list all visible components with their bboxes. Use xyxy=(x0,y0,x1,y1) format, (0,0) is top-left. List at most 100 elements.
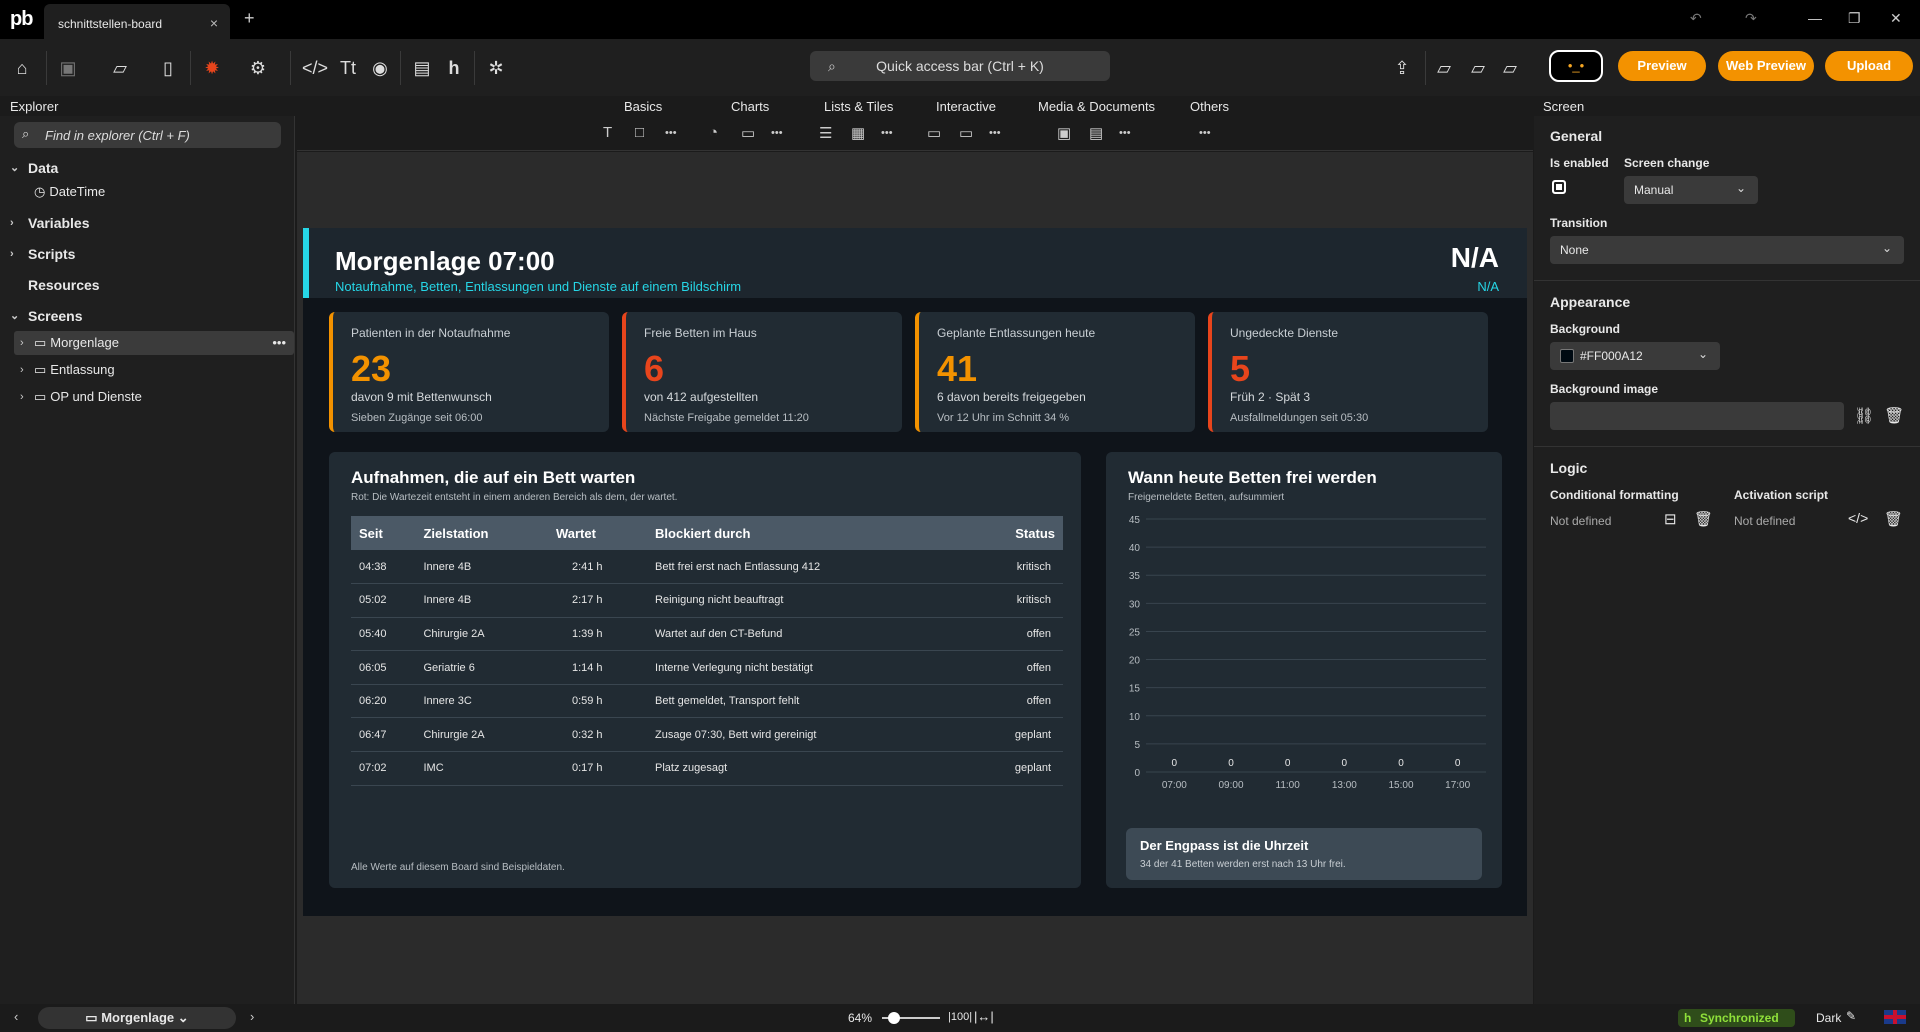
palette-icon[interactable]: ◉ xyxy=(368,56,392,80)
quick-access-bar[interactable]: ⌕ Quick access bar (Ctrl + K) xyxy=(810,51,1110,81)
font-icon[interactable]: Tt xyxy=(336,56,360,80)
language-flag-icon[interactable] xyxy=(1884,1010,1906,1024)
chevron-right-icon[interactable]: › xyxy=(250,1009,254,1024)
bed-release-chart-panel: Wann heute Betten frei werden Freigemeld… xyxy=(1106,452,1502,888)
list-icon[interactable]: ☰ xyxy=(819,124,832,142)
text-widget-icon[interactable]: T xyxy=(603,124,612,141)
fit-width-icon[interactable]: |↔| xyxy=(974,1009,994,1024)
table-row[interactable]: 07:02 IMC 0:17 h Platz zugesagt geplant xyxy=(351,751,1063,786)
tree-screens[interactable]: ⌄ Screens xyxy=(0,304,295,328)
tree-datetime[interactable]: ◷ DateTime xyxy=(0,180,295,204)
tree-variables[interactable]: › Variables xyxy=(0,211,295,235)
edit-format-icon[interactable]: ⊟ xyxy=(1664,510,1677,528)
table-cell: Chirurgie 2A xyxy=(415,617,548,652)
more-icon[interactable]: ••• xyxy=(272,331,286,355)
table-row[interactable]: 05:02 Innere 4B 2:17 h Reinigung nicht beau… xyxy=(351,583,1063,618)
transition-select[interactable]: None ⌄ xyxy=(1550,236,1904,264)
ai-icon[interactable]: ▤ xyxy=(410,56,434,80)
code-icon[interactable]: </> xyxy=(302,56,328,80)
more-media-icon[interactable]: ••• xyxy=(1119,127,1131,139)
explorer-search-input[interactable]: ⌕ Find in explorer (Ctrl + F) xyxy=(14,122,281,148)
dashboard-board[interactable]: Morgenlage 07:00 Notaufnahme, Betten, En… xyxy=(303,228,1527,916)
table-icon[interactable]: ▦ xyxy=(851,124,865,142)
folder-share-icon[interactable]: ▱ xyxy=(1466,56,1490,80)
table-row[interactable]: 06:20 Innere 3C 0:59 h Bett gemeldet, Trans… xyxy=(351,684,1063,719)
settings-icon[interactable]: ⚙ xyxy=(246,56,270,80)
document-tab[interactable]: schnittstellen-board × xyxy=(44,4,230,39)
more-charts-icon[interactable]: ••• xyxy=(771,127,783,139)
plugin-icon[interactable]: ✲ xyxy=(484,56,508,80)
tree-data[interactable]: ⌄ Data xyxy=(0,156,295,180)
gauge-icon[interactable]: ▭ xyxy=(741,124,755,142)
table-row[interactable]: 06:05 Geriatrie 6 1:14 h Interne Verlegung … xyxy=(351,650,1063,685)
zoom-slider[interactable] xyxy=(882,1012,940,1024)
trash-icon[interactable]: 🗑 xyxy=(1884,406,1904,426)
screen-selector[interactable]: ▭ Morgenlage ⌄ xyxy=(38,1007,236,1029)
new-file-icon[interactable]: ▯ xyxy=(156,56,180,80)
chevron-down-icon: ⌄ xyxy=(174,1010,189,1025)
data-label: 0 xyxy=(1398,758,1404,769)
tree-screen-op[interactable]: › ▭ OP und Dienste xyxy=(0,385,295,409)
background-image-input[interactable] xyxy=(1550,402,1844,430)
web-preview-button[interactable]: Web Preview xyxy=(1718,51,1814,81)
restore-icon[interactable]: ❐ xyxy=(1848,10,1861,27)
close-window-icon[interactable]: ✕ xyxy=(1890,10,1902,27)
tab-lists[interactable]: Lists & Tiles xyxy=(824,99,893,114)
more-interactive-icon[interactable]: ••• xyxy=(989,127,1001,139)
rectangle-widget-icon[interactable]: □ xyxy=(635,124,644,141)
image-widget-icon[interactable]: ▣ xyxy=(1057,124,1071,142)
assistant-icon[interactable]: •_• xyxy=(1549,50,1603,82)
y-tick-label: 45 xyxy=(1129,515,1141,526)
export-icon[interactable]: ⇪ xyxy=(1390,56,1414,80)
debug-icon[interactable]: ✹ xyxy=(200,56,224,80)
bed-release-chart: 0 5 10 15 20 25 30 35 40 45 0 07:00 0 09:00 0 11:00 0 13:… xyxy=(1129,515,1486,791)
link-icon[interactable]: ⛓ xyxy=(1854,406,1874,426)
more-lists-icon[interactable]: ••• xyxy=(881,127,893,139)
tab-basics[interactable]: Basics xyxy=(624,99,662,114)
table-row[interactable]: 06:47 Chirurgie 2A 0:32 h Zusage 07:30, Bet… xyxy=(351,717,1063,753)
tab-others[interactable]: Others xyxy=(1190,99,1229,114)
new-tab-icon[interactable]: + xyxy=(244,8,255,29)
screen-change-select[interactable]: Manual ⌄ xyxy=(1624,176,1758,204)
folder-sync-icon[interactable]: ▱ xyxy=(1498,56,1522,80)
brush-icon[interactable]: ✎ xyxy=(1846,1009,1856,1023)
save-icon[interactable]: ▣ xyxy=(56,56,80,80)
tree-scripts[interactable]: › Scripts xyxy=(0,242,295,266)
tab-media[interactable]: Media & Documents xyxy=(1038,99,1155,114)
preview-button[interactable]: Preview xyxy=(1618,51,1706,81)
chevron-down-icon: ⌄ xyxy=(1735,181,1746,195)
fit-100-icon[interactable]: |100| xyxy=(948,1011,972,1023)
pdf-widget-icon[interactable]: ▤ xyxy=(1089,124,1103,142)
home-icon[interactable]: ⌂ xyxy=(10,56,34,80)
trash-icon[interactable]: 🗑 xyxy=(1884,510,1903,528)
background-color-select[interactable]: #FF000A12 ⌄ xyxy=(1550,342,1720,370)
tree-screen-entlassung[interactable]: › ▭ Entlassung xyxy=(0,358,295,382)
tree-screen-morgenlage[interactable]: › ▭ Morgenlage ••• xyxy=(14,331,294,355)
table-row[interactable]: 05:40 Chirurgie 2A 1:39 h Wartet auf den CT… xyxy=(351,617,1063,652)
table-row[interactable]: 04:38 Innere 4B 2:41 h Bett frei erst nach … xyxy=(351,550,1063,585)
input-widget-icon[interactable]: ▭ xyxy=(959,124,973,142)
pie-chart-icon[interactable]: ◔ xyxy=(709,124,718,141)
folder-icon[interactable]: ▱ xyxy=(1432,56,1456,80)
tab-charts[interactable]: Charts xyxy=(731,99,769,114)
upload-button[interactable]: Upload xyxy=(1825,51,1913,81)
close-tab-icon[interactable]: × xyxy=(210,15,218,31)
redo-icon[interactable]: ↷ xyxy=(1745,10,1757,27)
theme-selector[interactable]: Dark xyxy=(1816,1011,1841,1025)
minimize-icon[interactable]: — xyxy=(1808,10,1822,26)
kpi-card: Geplante Entlassungen heute 41 6 davon b… xyxy=(915,312,1195,432)
is-enabled-checkbox[interactable] xyxy=(1552,180,1566,194)
folder-open-icon[interactable]: ▱ xyxy=(108,56,132,80)
trash-icon[interactable]: 🗑 xyxy=(1694,510,1713,528)
more-others-icon[interactable]: ••• xyxy=(1199,127,1211,139)
more-basics-icon[interactable]: ••• xyxy=(665,127,677,139)
h-logo-icon[interactable]: h xyxy=(442,56,466,80)
tree-resources[interactable]: Resources xyxy=(0,273,295,297)
button-widget-icon[interactable]: ▭ xyxy=(927,124,941,142)
table-cell: offen xyxy=(961,684,1063,719)
code-icon[interactable]: </> xyxy=(1848,510,1868,526)
zoom-handle[interactable] xyxy=(888,1012,900,1024)
tab-interactive[interactable]: Interactive xyxy=(936,99,996,114)
undo-icon[interactable]: ↶ xyxy=(1690,10,1702,27)
chevron-left-icon[interactable]: ‹ xyxy=(14,1009,18,1024)
